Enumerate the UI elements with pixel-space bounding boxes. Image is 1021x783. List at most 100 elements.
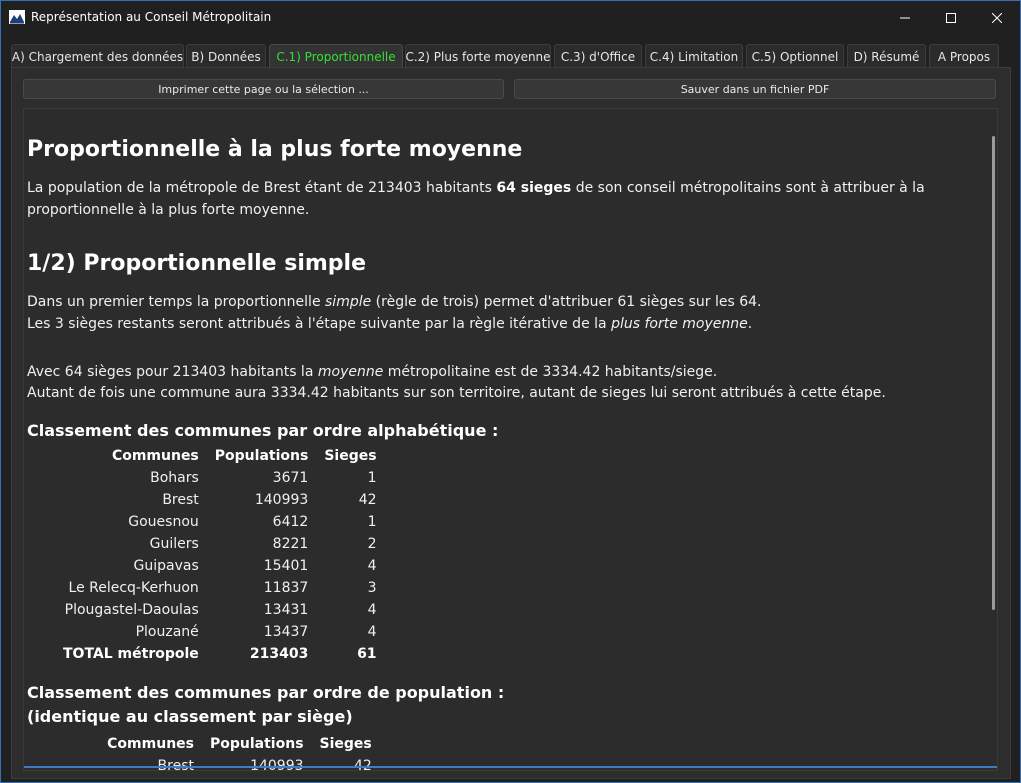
- save-pdf-button[interactable]: Sauver dans un fichier PDF: [514, 79, 996, 99]
- save-pdf-button-label: Sauver dans un fichier PDF: [680, 82, 830, 96]
- table-row: Guilers 8221 2: [55, 533, 385, 555]
- population-cell: 6412: [272, 514, 309, 530]
- table-row: Brest 140993 42: [55, 489, 385, 511]
- sieges-cell: 4: [367, 602, 377, 618]
- tab-label: C.2) Plus forte moyenne: [405, 49, 551, 64]
- app-window: Représentation au Conseil Métropolitain …: [0, 0, 1021, 783]
- table-header-row: Communes Populations Sieges: [98, 733, 380, 755]
- tab-label: A) Chargement des données: [11, 49, 184, 64]
- commune-cell: Bohars: [150, 470, 199, 486]
- commune-cell: Plougastel-Daoulas: [64, 602, 199, 618]
- commune-cell: Gouesnou: [128, 514, 199, 530]
- table-total-row: TOTAL métropole 213403 61: [55, 643, 385, 665]
- maximize-icon: [946, 12, 956, 23]
- title-bar[interactable]: Représentation au Conseil Métropolitain: [1, 1, 1020, 34]
- population-cell: 13437: [263, 624, 309, 640]
- tab-label: C.3) d'Office: [560, 49, 636, 64]
- population-ranking-title: Classement des communes par ordre de pop…: [27, 683, 505, 702]
- text: Avec 64 sièges pour 213403 habitants la: [27, 364, 318, 380]
- population-cell: 140993: [254, 492, 309, 508]
- column-header-communes: Communes: [111, 448, 199, 464]
- paragraph-line-3: Avec 64 sièges pour 213403 habitants la …: [27, 361, 982, 383]
- tab-label: C.5) Optionnel: [751, 49, 839, 64]
- total-label-cell: TOTAL métropole: [63, 646, 199, 662]
- tab-plus-forte-moyenne[interactable]: C.2) Plus forte moyenne: [405, 44, 551, 68]
- focus-underline: [24, 766, 997, 768]
- tab-label: C.1) Proportionnelle: [276, 49, 396, 64]
- sieges-cell: 1: [367, 514, 377, 530]
- intro-paragraph: La population de la métropole de Brest é…: [27, 177, 982, 221]
- population-cell: 11837: [263, 580, 309, 596]
- tab-chargement[interactable]: A) Chargement des données: [11, 44, 184, 68]
- commune-cell: Brest: [162, 492, 199, 508]
- table-row: Bohars 3671 1: [55, 467, 385, 489]
- sieges-cell: 4: [367, 624, 377, 640]
- paragraph-line-2: Les 3 sièges restants seront attribués à…: [27, 313, 982, 335]
- close-icon: [992, 12, 1002, 23]
- tab-panel: Imprimer cette page ou la sélection ... …: [11, 67, 1011, 779]
- tab-label: A Propos: [937, 49, 991, 64]
- population-cell: 15401: [263, 558, 309, 574]
- report-view[interactable]: Proportionnelle à la plus forte moyenne …: [23, 108, 998, 771]
- population-ranking-subtitle: (identique au classement par siège): [27, 707, 353, 726]
- tab-limitation[interactable]: C.4) Limitation: [645, 44, 743, 68]
- sieges-cell: 42: [353, 758, 372, 771]
- window-title: Représentation au Conseil Métropolitain: [31, 10, 272, 24]
- tab-a-propos[interactable]: A Propos: [929, 44, 999, 68]
- sieges-cell: 4: [367, 558, 377, 574]
- commune-cell: Le Relecq-Kerhuon: [68, 580, 199, 596]
- paragraph-line-4: Autant de fois une commune aura 3334.42 …: [27, 385, 886, 401]
- population-cell: 13431: [263, 602, 309, 618]
- text-italic: moyenne: [317, 364, 384, 380]
- minimize-icon: [900, 17, 910, 18]
- tab-resume[interactable]: D) Résumé: [847, 44, 926, 68]
- tab-optionnel[interactable]: C.5) Optionnel: [746, 44, 844, 68]
- paragraph-line-1: Dans un premier temps la proportionnelle…: [27, 291, 982, 313]
- text: métropolitaine est de 3334.42 habitants/…: [383, 364, 718, 380]
- table-row: Plouzané 13437 4: [55, 621, 385, 643]
- sieges-cell: 42: [358, 492, 377, 508]
- column-header-sieges: Sieges: [319, 736, 372, 752]
- total-sieges-cell: 61: [357, 646, 377, 662]
- tab-label: B) Données: [191, 49, 261, 64]
- column-header-populations: Populations: [214, 448, 309, 464]
- alphabetical-ranking-table: Communes Populations Sieges Bohars 3671 1 …: [55, 445, 385, 665]
- column-header-sieges: Sieges: [324, 448, 377, 464]
- text: .: [747, 316, 753, 332]
- text: Les 3 sièges restants seront attribués à…: [27, 316, 612, 332]
- maximize-button[interactable]: [928, 1, 974, 34]
- commune-cell: Guipavas: [133, 558, 199, 574]
- print-button[interactable]: Imprimer cette page ou la sélection ...: [23, 79, 504, 99]
- sieges-cell: 3: [367, 580, 377, 596]
- table-row: Le Relecq-Kerhuon 11837 3: [55, 577, 385, 599]
- close-button[interactable]: [974, 1, 1020, 34]
- tab-label: D) Résumé: [853, 49, 920, 64]
- commune-cell: Brest: [157, 758, 194, 771]
- commune-cell: Guilers: [149, 536, 199, 552]
- population-cell: 8221: [272, 536, 309, 552]
- vertical-scrollbar[interactable]: [992, 136, 995, 610]
- tab-d-office[interactable]: C.3) d'Office: [554, 44, 642, 68]
- text: Dans un premier temps la proportionnelle: [27, 294, 326, 310]
- sieges-cell: 2: [367, 536, 377, 552]
- text: (règle de trois) permet d'attribuer 61 s…: [371, 294, 762, 310]
- print-button-label: Imprimer cette page ou la sélection ...: [158, 82, 369, 96]
- table-row: Brest 140993 42: [98, 755, 380, 771]
- population-cell: 140993: [250, 758, 304, 771]
- tab-proportionnelle[interactable]: C.1) Proportionnelle: [269, 44, 403, 68]
- seats-total: 64 sieges: [496, 180, 572, 196]
- minimize-button[interactable]: [882, 1, 928, 34]
- commune-cell: Plouzané: [135, 624, 199, 640]
- intro-text-start: La population de la métropole de Brest é…: [27, 180, 497, 196]
- table-row: Gouesnou 6412 1: [55, 511, 385, 533]
- section-title: 1/2) Proportionnelle simple: [27, 251, 367, 276]
- population-cell: 3671: [272, 470, 309, 486]
- column-header-populations: Populations: [210, 736, 304, 752]
- table-row: Guipavas 15401 4: [55, 555, 385, 577]
- table-row: Plougastel-Daoulas 13431 4: [55, 599, 385, 621]
- tab-label: C.4) Limitation: [649, 49, 739, 64]
- text-italic: simple: [325, 294, 372, 310]
- page-title: Proportionnelle à la plus forte moyenne: [27, 137, 523, 162]
- tab-bar: A) Chargement des données B) Données C.1…: [11, 44, 1011, 68]
- tab-donnees[interactable]: B) Données: [186, 44, 266, 68]
